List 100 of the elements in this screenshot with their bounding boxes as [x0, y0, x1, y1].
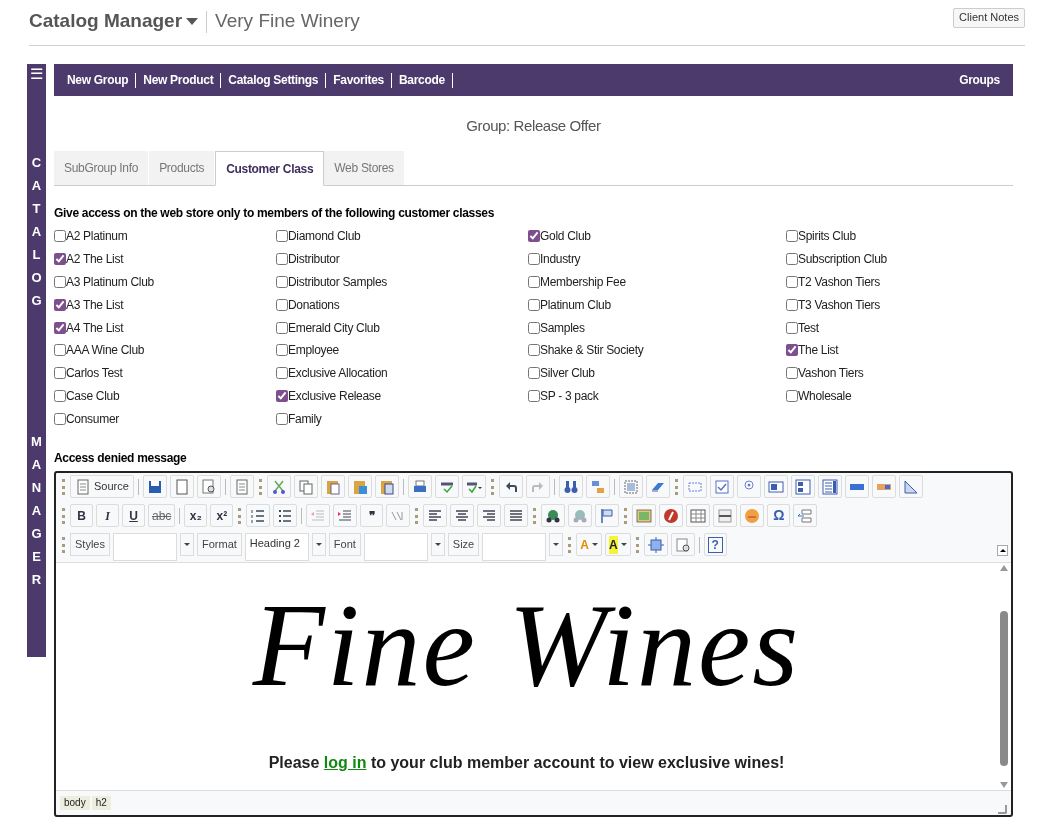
checkbox[interactable]: [54, 367, 66, 380]
element-path-item[interactable]: body: [60, 796, 90, 811]
section-heading: Give access on the web store only to members of the following customer classes: [54, 205, 496, 222]
checkbox[interactable]: [786, 389, 798, 402]
checkbox[interactable]: [276, 253, 288, 266]
element-path-item[interactable]: h2: [91, 796, 111, 811]
highlight-color-button[interactable]: A: [604, 533, 631, 557]
app-title-menu[interactable]: Catalog Manager: [29, 7, 199, 36]
checkbox[interactable]: [786, 298, 798, 311]
checkbox[interactable]: [54, 230, 66, 243]
tab[interactable]: Web Stores: [324, 151, 405, 185]
italic-button[interactable]: I: [96, 504, 119, 528]
checkbox[interactable]: [528, 321, 540, 334]
dropdown-field[interactable]: [363, 533, 428, 562]
toolbar-button[interactable]: [763, 475, 788, 499]
help-button[interactable]: ?: [703, 533, 727, 557]
checkbox-label: Vashon Tiers: [798, 365, 864, 383]
checkbox[interactable]: [276, 276, 288, 288]
checkbox[interactable]: [54, 321, 66, 334]
smiley-icon: [744, 507, 761, 524]
source-button[interactable]: Source: [70, 475, 134, 499]
checkbox[interactable]: [786, 344, 798, 357]
checkbox[interactable]: [54, 253, 66, 266]
toolbar-button[interactable]: [541, 504, 566, 528]
dropdown-field[interactable]: [112, 533, 177, 562]
checkbox[interactable]: [528, 253, 540, 266]
nav-link[interactable]: Favorites: [333, 71, 384, 89]
checkbox[interactable]: [786, 253, 798, 266]
resize-grip[interactable]: [998, 805, 1007, 815]
checkbox[interactable]: [276, 389, 288, 402]
toolbar-button[interactable]: [713, 504, 738, 528]
checkbox[interactable]: [54, 389, 66, 402]
nav-link[interactable]: New Product: [143, 71, 214, 89]
flash-icon: [663, 507, 680, 524]
toolbar-button[interactable]: [461, 475, 486, 499]
dropdown-button[interactable]: [179, 533, 194, 557]
dropdown-field[interactable]: Heading 2: [244, 533, 309, 562]
checkbox[interactable]: [786, 230, 798, 243]
nav-link[interactable]: New Group: [67, 71, 129, 89]
checkbox[interactable]: [276, 230, 288, 243]
checkbox[interactable]: [54, 298, 66, 311]
blockquote-button[interactable]: ❞: [360, 504, 384, 528]
checkbox[interactable]: [276, 367, 288, 380]
dropdown-field[interactable]: [482, 533, 547, 562]
bold-button[interactable]: B: [70, 504, 93, 528]
checkbox-label: A2 Platinum: [66, 228, 128, 246]
toolbar-button[interactable]: [142, 475, 167, 499]
toolbar-button[interactable]: [659, 504, 684, 528]
toolbar-button[interactable]: [817, 475, 842, 499]
checkbox-label: Spirits Club: [798, 228, 856, 246]
checkbox-label: Distributor Samples: [288, 274, 387, 291]
nav-link[interactable]: Barcode: [398, 71, 445, 89]
checkbox[interactable]: [276, 344, 288, 357]
toolbar-button[interactable]: [558, 475, 583, 499]
checkbox-label: Test: [798, 319, 819, 337]
collapse-toolbar-button[interactable]: [997, 545, 1008, 557]
nav-link[interactable]: Catalog Settings: [228, 71, 319, 89]
tab[interactable]: SubGroup Info: [54, 151, 150, 185]
checkbox-label: Carlos Test: [66, 365, 123, 383]
checkbox[interactable]: [528, 389, 540, 402]
nav-link[interactable]: Groups: [959, 71, 1000, 89]
checkbox[interactable]: [786, 276, 798, 288]
toolbar-button[interactable]: [434, 475, 459, 499]
tab[interactable]: Products: [149, 151, 216, 185]
checkbox-label: T2 Vashon Tiers: [798, 274, 880, 291]
dropdown-button[interactable]: [549, 533, 564, 557]
checkbox[interactable]: [54, 412, 66, 425]
checkbox-label: Samples: [540, 319, 585, 337]
checkbox[interactable]: [528, 367, 540, 380]
underline-button[interactable]: U: [122, 504, 145, 528]
strikethrough-button[interactable]: abc: [148, 504, 176, 528]
checkbox[interactable]: [276, 412, 288, 425]
dropdown-button[interactable]: [311, 533, 326, 557]
toolbar-button[interactable]: [790, 475, 815, 499]
menu-icon[interactable]: ☰: [30, 65, 43, 83]
checkbox[interactable]: [528, 298, 540, 311]
toolbar-button[interactable]: [498, 475, 523, 499]
checkbox[interactable]: [528, 344, 540, 357]
checkbox[interactable]: [786, 321, 798, 334]
checkbox[interactable]: [276, 321, 288, 334]
client-notes-button[interactable]: Client Notes: [953, 7, 1025, 28]
checkbox[interactable]: [786, 367, 798, 380]
caret-icon: [186, 18, 199, 25]
text-field-icon: [767, 478, 784, 495]
tab[interactable]: Customer Class: [215, 151, 325, 186]
checkbox-label: Family: [288, 410, 322, 428]
checkbox-label: T3 Vashon Tiers: [798, 296, 880, 314]
checkbox[interactable]: [528, 276, 540, 288]
checkbox[interactable]: [54, 276, 66, 288]
checkbox[interactable]: [54, 344, 66, 357]
checkbox[interactable]: [276, 298, 288, 311]
save-icon: [146, 478, 163, 495]
scissors-icon: [270, 478, 287, 495]
superscript-button[interactable]: x²: [210, 504, 234, 528]
checkbox[interactable]: [528, 230, 540, 243]
special-character-button[interactable]: Ω: [767, 504, 791, 528]
dropdown-button[interactable]: [430, 533, 445, 557]
checkbox-icon: [713, 478, 730, 495]
login-link[interactable]: log in: [323, 754, 367, 772]
subscript-button[interactable]: x₂: [184, 504, 208, 528]
